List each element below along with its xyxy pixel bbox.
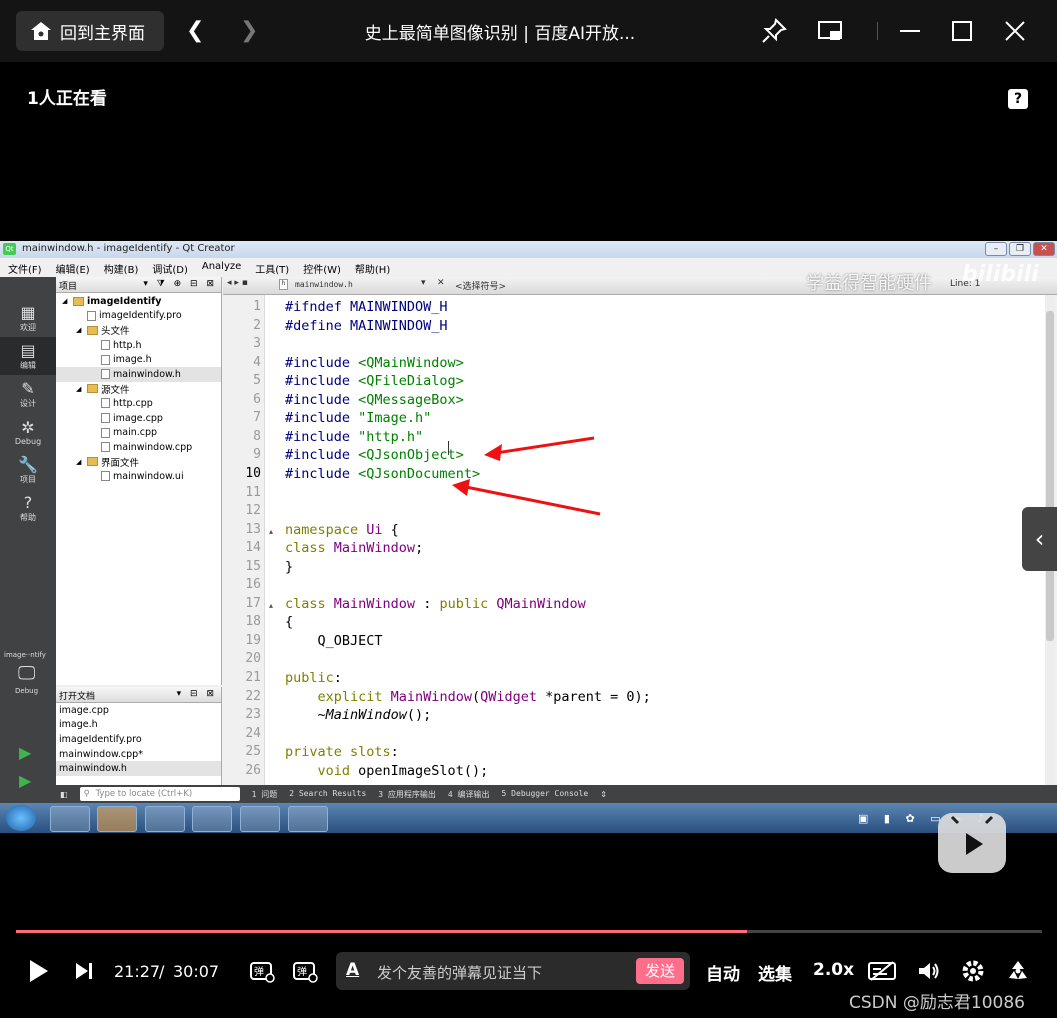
- subtitle-off-icon[interactable]: [867, 960, 897, 982]
- danmaku-input[interactable]: A 发个友善的弹幕见证当下 发送: [336, 952, 690, 990]
- next-button-icon[interactable]: [75, 961, 93, 981]
- volume-icon[interactable]: [917, 960, 941, 982]
- annotation-arrow-head: [452, 479, 470, 496]
- annotation-arrow-head: [484, 444, 502, 461]
- danmaku-placeholder: 发个友善的弹幕见证当下: [377, 964, 543, 982]
- progress-fill: [16, 930, 747, 933]
- episodes-button[interactable]: 选集: [758, 960, 792, 985]
- current-time: 21:27: [114, 962, 161, 981]
- play-icon: [950, 815, 994, 855]
- svg-text:弹: 弹: [254, 965, 264, 978]
- csdn-credit: CSDN @励志君10086: [849, 993, 1025, 1013]
- play-overlay-button[interactable]: [938, 813, 1006, 873]
- settings-gear-icon[interactable]: [961, 959, 985, 983]
- time-separator: /: [159, 962, 165, 981]
- svg-text:弹: 弹: [297, 965, 307, 978]
- total-time: 30:07: [173, 962, 220, 981]
- text-style-icon[interactable]: A: [346, 960, 359, 980]
- speed-button[interactable]: 2.0x: [813, 960, 854, 980]
- side-panel-handle[interactable]: ‹: [1022, 507, 1057, 571]
- send-button[interactable]: 发送: [636, 958, 684, 984]
- play-button-icon[interactable]: [28, 958, 50, 984]
- danmaku-settings-icon[interactable]: 弹: [292, 958, 318, 984]
- more-options-icon[interactable]: [1006, 959, 1030, 983]
- auto-quality-button[interactable]: 自动: [706, 960, 740, 985]
- danmaku-toggle-icon[interactable]: 弹: [249, 958, 275, 984]
- annotation-arrows: [452, 436, 601, 516]
- progress-bar[interactable]: [16, 930, 1042, 933]
